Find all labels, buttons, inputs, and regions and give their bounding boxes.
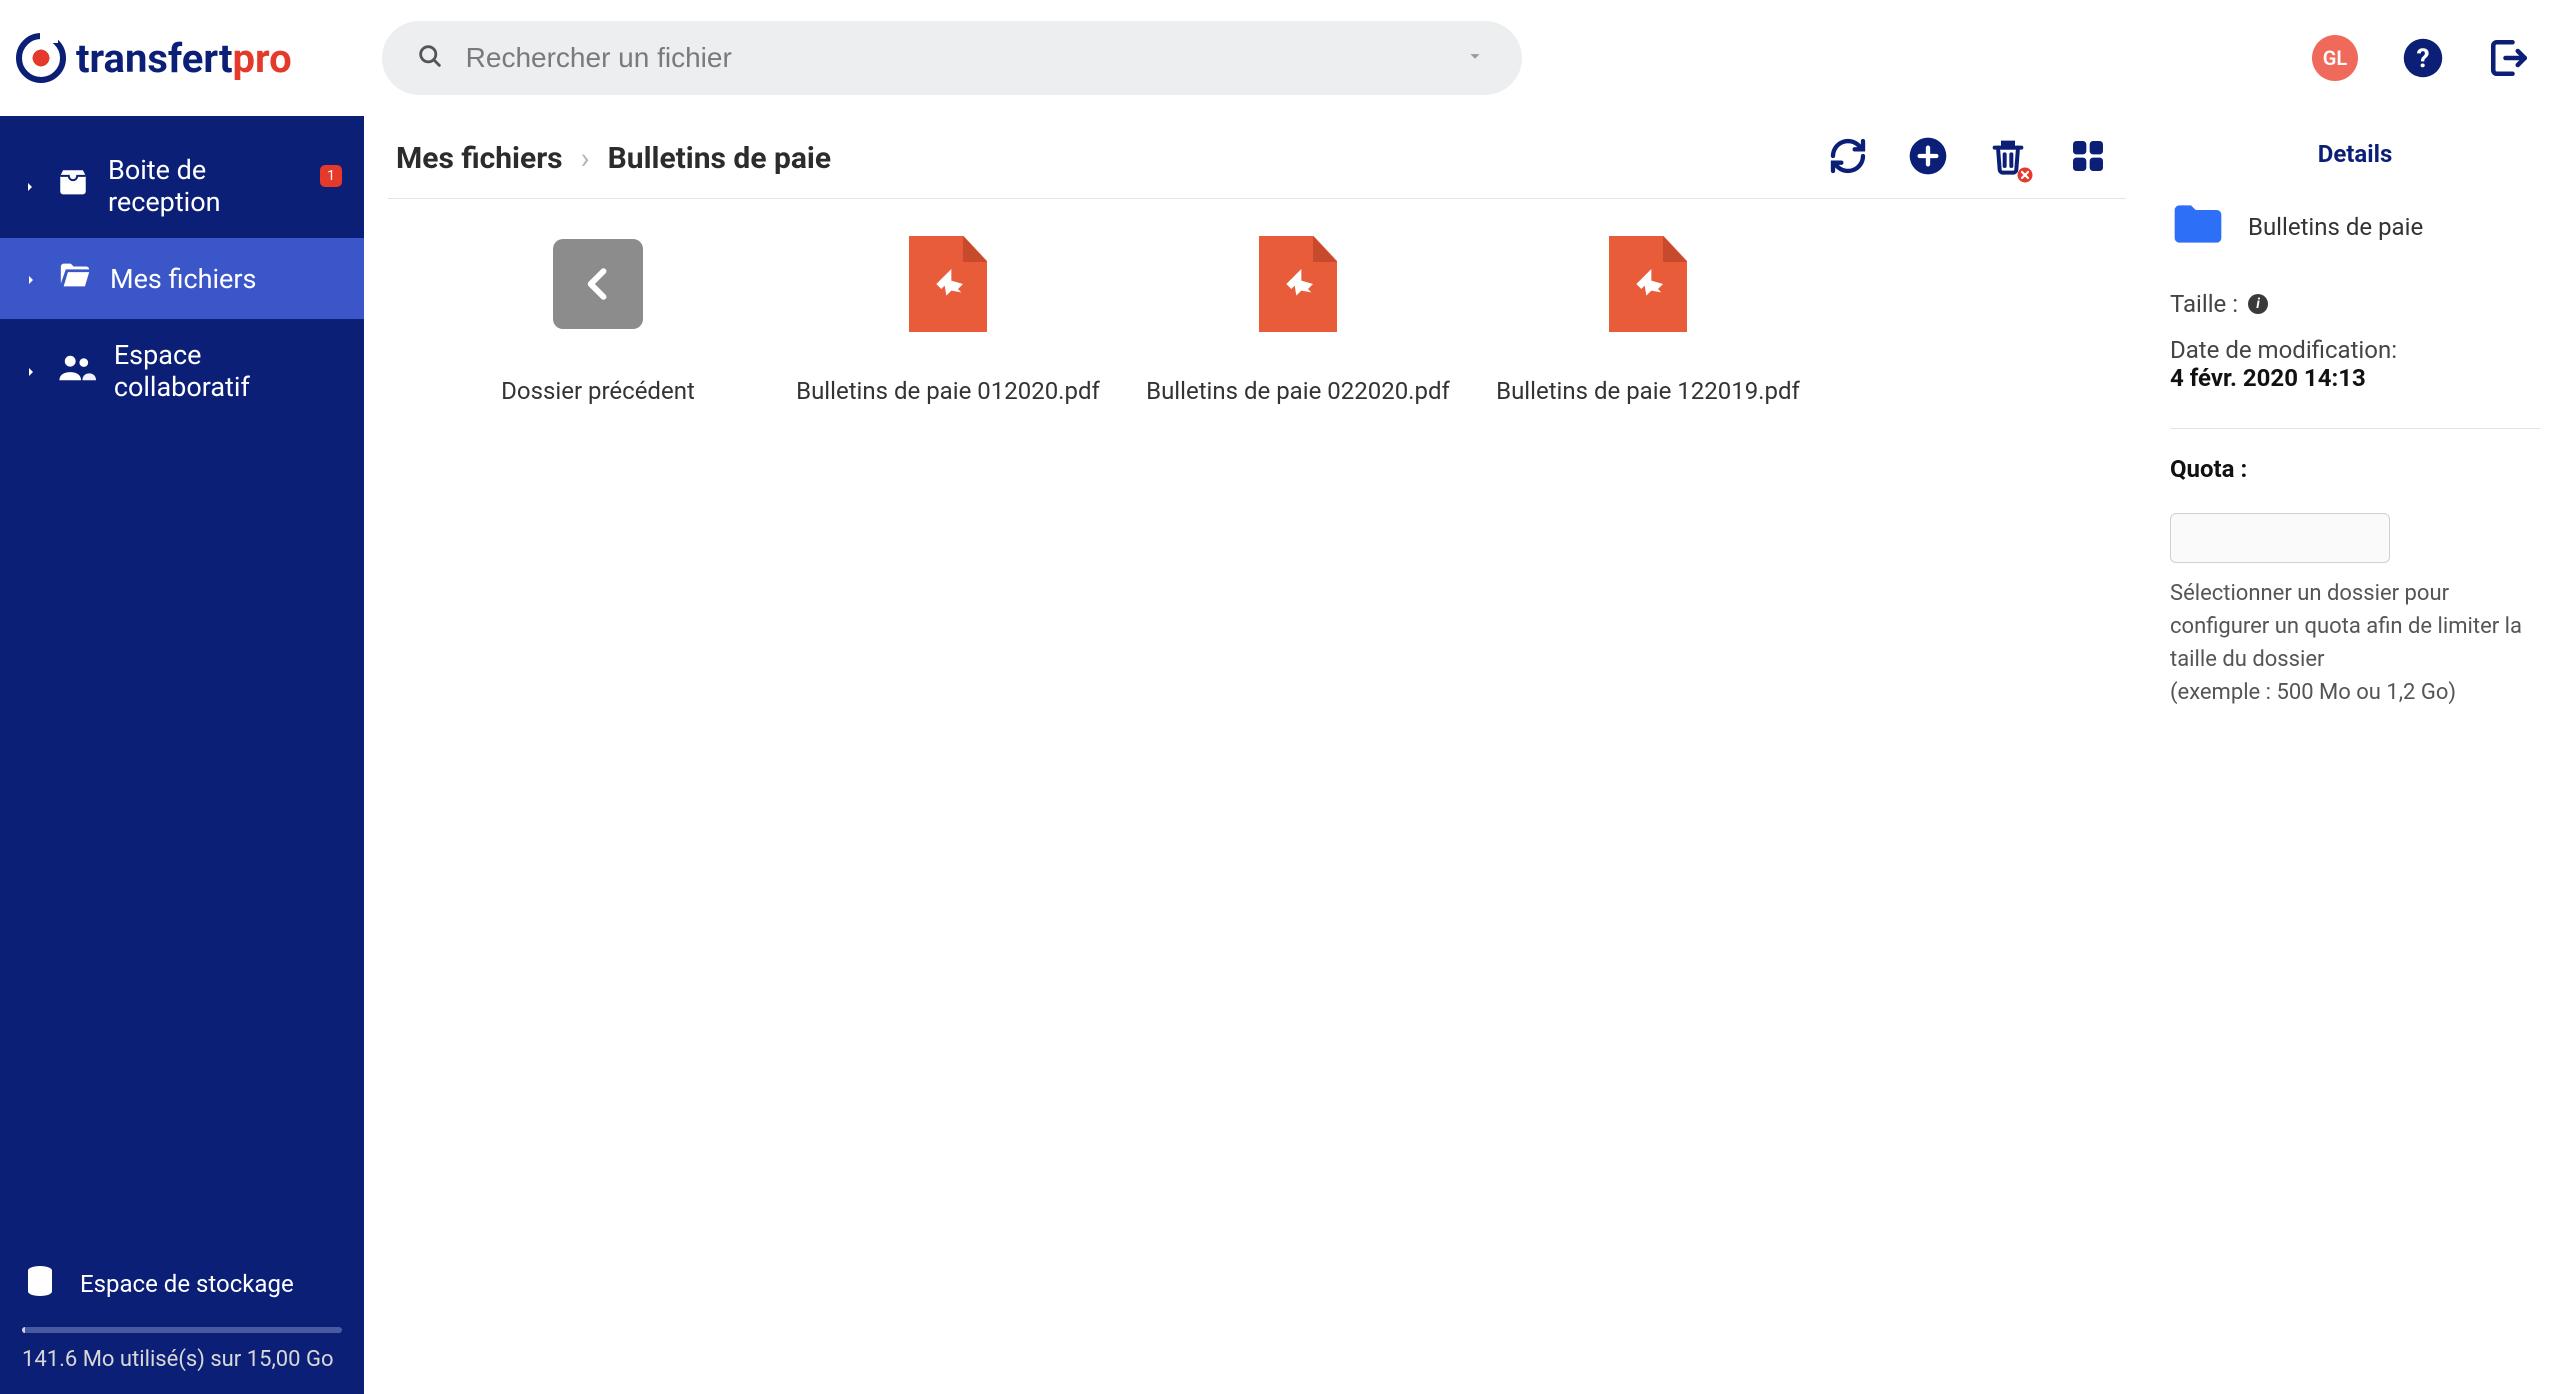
trash-button[interactable]	[1988, 136, 2028, 180]
avatar-initials: GL	[2323, 46, 2347, 70]
brand-text-2: pro	[233, 35, 292, 82]
sidebar-item-label: Boite de reception	[108, 154, 298, 218]
refresh-button[interactable]	[1828, 136, 1868, 180]
tile-label: Dossier précédent	[501, 377, 695, 405]
search-icon	[416, 42, 444, 74]
details-quota-label: Quota :	[2170, 455, 2247, 483]
content-area: Mes fichiers › Bulletins de paie	[364, 116, 2150, 1394]
chevron-right-icon	[22, 355, 40, 387]
files-grid: Dossier précédent Bulletins de paie 0120…	[388, 199, 2126, 405]
add-button[interactable]	[1908, 136, 1948, 180]
back-icon	[553, 239, 643, 329]
details-panel: Details Bulletins de paie Taille : i Dat…	[2150, 116, 2560, 1394]
sidebar: Boite de reception 1 Mes fichiers	[0, 116, 364, 1394]
inbox-badge: 1	[320, 165, 342, 187]
details-modified-label: Date de modification:	[2170, 336, 2540, 364]
file-tile[interactable]: Bulletins de paie 012020.pdf	[778, 239, 1118, 405]
folder-open-icon	[58, 258, 92, 299]
details-size-label: Taille :	[2170, 290, 2238, 318]
details-title: Details	[2170, 140, 2540, 168]
brand-mark-icon	[16, 33, 66, 83]
file-tile[interactable]: Bulletins de paie 122019.pdf	[1478, 239, 1818, 405]
details-modified-value: 4 févr. 2020 14:13	[2170, 364, 2540, 392]
svg-text:?: ?	[2416, 44, 2429, 74]
details-folder-name: Bulletins de paie	[2248, 213, 2423, 241]
chevron-right-icon	[22, 170, 38, 202]
sidebar-item-my-files[interactable]: Mes fichiers	[0, 238, 364, 319]
pdf-icon	[1603, 239, 1693, 329]
users-icon	[58, 351, 96, 392]
tile-label: Bulletins de paie 022020.pdf	[1146, 377, 1450, 405]
file-tile[interactable]: Bulletins de paie 022020.pdf	[1128, 239, 1468, 405]
breadcrumb-separator-icon: ›	[581, 141, 590, 176]
info-icon[interactable]: i	[2248, 294, 2268, 314]
details-quota-row: Quota :	[2170, 455, 2540, 483]
brand-text: transfertpro	[76, 35, 292, 82]
grid-view-button[interactable]	[2068, 136, 2108, 180]
storage-section: Espace de stockage 141.6 Mo utilisé(s) s…	[0, 1237, 364, 1394]
quota-input[interactable]	[2170, 513, 2390, 563]
help-button[interactable]: ?	[2402, 37, 2444, 79]
brand-logo[interactable]: transfertpro	[10, 33, 292, 83]
details-size-row: Taille : i	[2170, 290, 2540, 318]
topbar-actions: GL ?	[2312, 35, 2530, 81]
breadcrumb-row: Mes fichiers › Bulletins de paie	[388, 116, 2126, 199]
avatar[interactable]: GL	[2312, 35, 2358, 81]
breadcrumb: Mes fichiers › Bulletins de paie	[396, 141, 831, 176]
quota-help-text: Sélectionner un dossier pour configurer …	[2170, 577, 2540, 676]
chevron-right-icon	[22, 263, 40, 295]
storage-label: Espace de stockage	[80, 1270, 294, 1298]
pdf-icon	[1253, 239, 1343, 329]
brand-text-1: transfert	[76, 35, 233, 82]
details-folder: Bulletins de paie	[2170, 200, 2540, 254]
storage-progress	[22, 1327, 342, 1333]
back-folder-tile[interactable]: Dossier précédent	[428, 239, 768, 405]
sidebar-item-label: Mes fichiers	[110, 263, 256, 295]
search-input[interactable]	[466, 42, 1488, 74]
details-modified-row: Date de modification: 4 févr. 2020 14:13	[2170, 336, 2540, 392]
breadcrumb-root[interactable]: Mes fichiers	[396, 141, 563, 176]
tile-label: Bulletins de paie 012020.pdf	[796, 377, 1100, 405]
chevron-down-icon[interactable]	[1464, 45, 1486, 71]
storage-usage-text: 141.6 Mo utilisé(s) sur 15,00 Go	[22, 1347, 342, 1372]
storage-link[interactable]: Espace de stockage	[22, 1247, 342, 1321]
topbar: transfertpro GL ?	[0, 0, 2560, 116]
breadcrumb-current: Bulletins de paie	[608, 141, 831, 176]
tile-label: Bulletins de paie 122019.pdf	[1496, 377, 1800, 405]
search-bar[interactable]	[382, 21, 1522, 95]
details-separator	[2170, 428, 2540, 429]
sidebar-item-collaborative[interactable]: Espace collaboratif	[0, 319, 364, 423]
content-toolbar	[1828, 136, 2118, 180]
sidebar-item-inbox[interactable]: Boite de reception 1	[0, 134, 364, 238]
database-icon	[22, 1263, 58, 1305]
quota-example-text: (exemple : 500 Mo ou 1,2 Go)	[2170, 676, 2540, 709]
pdf-icon	[903, 239, 993, 329]
inbox-icon	[56, 166, 90, 207]
logout-button[interactable]	[2488, 37, 2530, 79]
sidebar-item-label: Espace collaboratif	[114, 339, 342, 403]
folder-icon	[2170, 200, 2226, 254]
